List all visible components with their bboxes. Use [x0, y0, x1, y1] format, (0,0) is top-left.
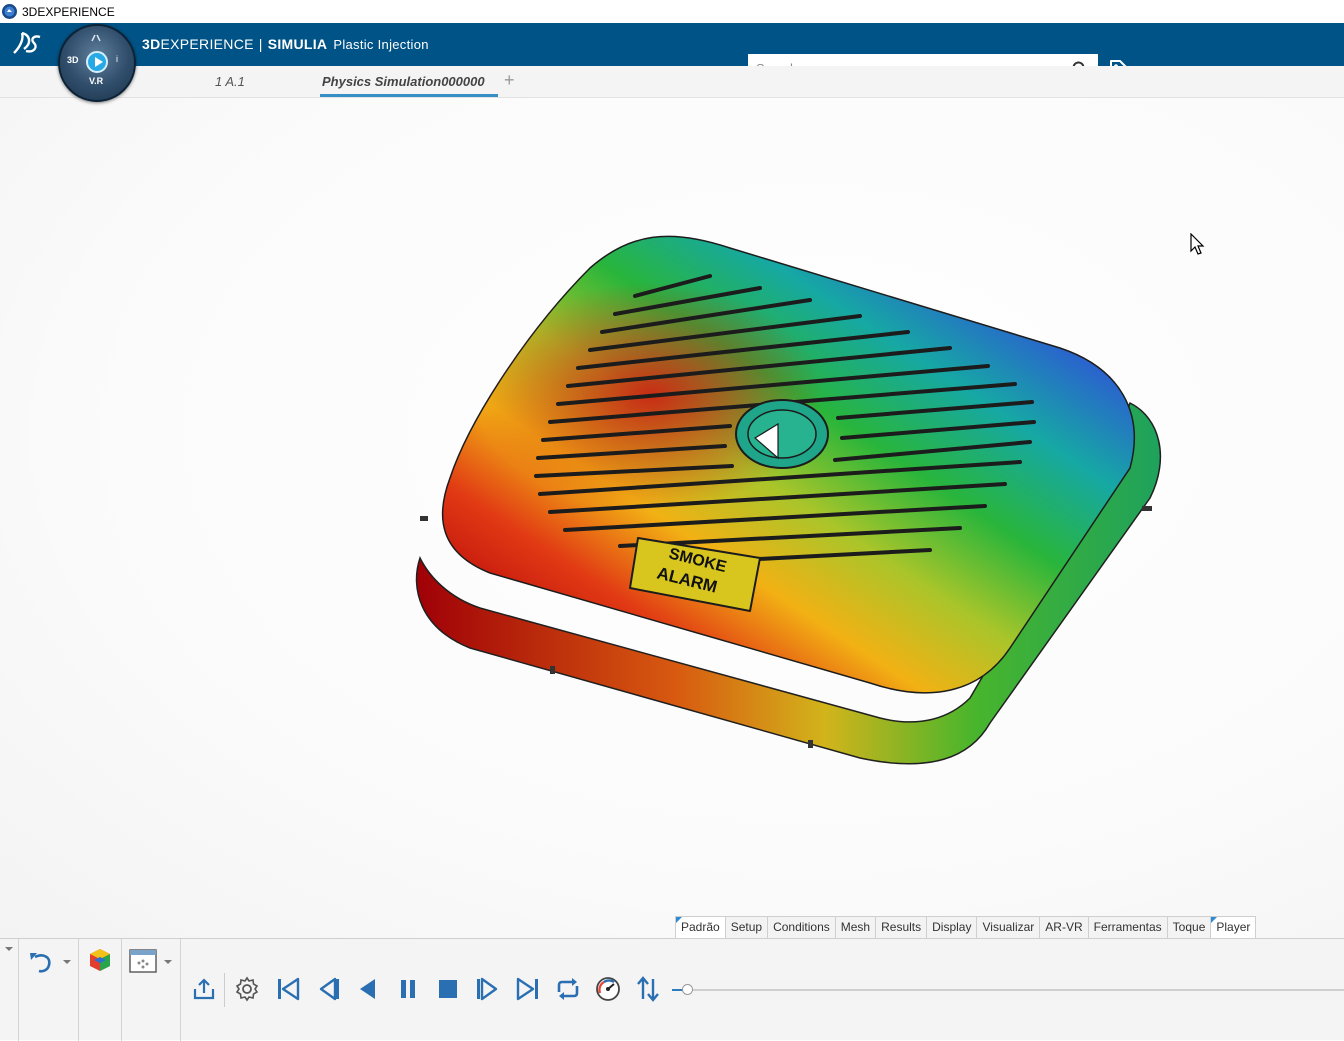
compass-info-icon[interactable]: i: [116, 54, 118, 64]
compass-me-icon[interactable]: [90, 33, 102, 45]
tab-physics-simulation[interactable]: Physics Simulation000000: [320, 74, 498, 97]
first-frame-icon[interactable]: [274, 975, 302, 1003]
brand-3d: 3D: [142, 36, 161, 52]
brand-simulia: SIMULIA: [267, 36, 328, 52]
loop-icon[interactable]: [553, 975, 583, 1003]
undo-dropdown-icon[interactable]: [63, 960, 71, 964]
section-tab-setup[interactable]: Setup: [726, 917, 769, 940]
section-tab-ferramentas[interactable]: Ferramentas: [1089, 917, 1168, 940]
app-logo-icon: [2, 4, 17, 19]
brand-separator: |: [258, 36, 263, 52]
playback-slider-thumb[interactable]: [682, 984, 693, 995]
next-frame-icon[interactable]: [474, 975, 502, 1003]
last-frame-icon[interactable]: [514, 975, 542, 1003]
sort-direction-icon[interactable]: [633, 975, 663, 1003]
add-tab-button[interactable]: +: [504, 70, 515, 91]
export-icon[interactable]: [190, 975, 218, 1003]
tab-bar: 1 A.1 Physics Simulation000000 +: [0, 66, 1344, 98]
window-titlebar: 3DEXPERIENCE: [0, 0, 1344, 23]
playback-slider-track[interactable]: [672, 989, 1344, 991]
app-name: Plastic Injection: [333, 37, 429, 52]
brand-experience: EXPERIENCE: [160, 36, 254, 52]
previous-frame-icon[interactable]: [314, 975, 342, 1003]
section-tab-mesh[interactable]: Mesh: [836, 917, 877, 940]
stop-icon[interactable]: [434, 975, 462, 1003]
divider: [18, 939, 19, 1041]
tab-1-a1[interactable]: 1 A.1: [215, 74, 245, 89]
section-tabs: Padrão Setup Conditions Mesh Results Dis…: [675, 916, 1257, 940]
action-bar: [0, 938, 1344, 1041]
window-layout-icon[interactable]: [128, 947, 158, 975]
window-title: 3DEXPERIENCE: [22, 4, 115, 19]
smoke-alarm-model[interactable]: SMOKE ALARM: [410, 228, 1170, 768]
tab-physics-simulation-label: Physics Simulation000000: [322, 74, 485, 89]
app-brand: 3DEXPERIENCE | SIMULIA Plastic Injection: [142, 36, 429, 52]
mouse-cursor-icon: [1190, 232, 1206, 262]
action-bar-collapse-icon[interactable]: [5, 947, 13, 951]
divider: [121, 939, 122, 1041]
settings-gear-icon[interactable]: [233, 975, 261, 1003]
compass-3d-label[interactable]: 3D: [67, 55, 79, 65]
speed-gauge-icon[interactable]: [593, 975, 623, 1003]
section-tab-visualizar[interactable]: Visualizar: [977, 917, 1041, 940]
section-tab-padrao[interactable]: Padrão: [676, 917, 726, 940]
divider: [224, 973, 225, 1007]
section-tab-ar-vr[interactable]: AR-VR: [1040, 917, 1089, 940]
pause-icon[interactable]: [394, 975, 422, 1003]
section-tab-toque[interactable]: Toque: [1168, 917, 1212, 940]
window-layout-dropdown-icon[interactable]: [164, 960, 172, 964]
section-tab-player[interactable]: Player: [1211, 917, 1256, 940]
ds-logo-icon[interactable]: [10, 29, 44, 64]
section-tab-display[interactable]: Display: [927, 917, 978, 940]
section-tab-results[interactable]: Results: [876, 917, 928, 940]
divider: [180, 939, 181, 1041]
section-tab-conditions[interactable]: Conditions: [768, 917, 836, 940]
compass-widget[interactable]: 3D i V.R: [58, 24, 136, 102]
compass-play-icon[interactable]: [86, 51, 108, 73]
play-reverse-icon[interactable]: [354, 975, 382, 1003]
undo-icon[interactable]: [26, 947, 56, 977]
simulation-model-icon[interactable]: [85, 945, 115, 975]
divider: [78, 939, 79, 1041]
compass-vr-label[interactable]: V.R: [89, 76, 103, 86]
